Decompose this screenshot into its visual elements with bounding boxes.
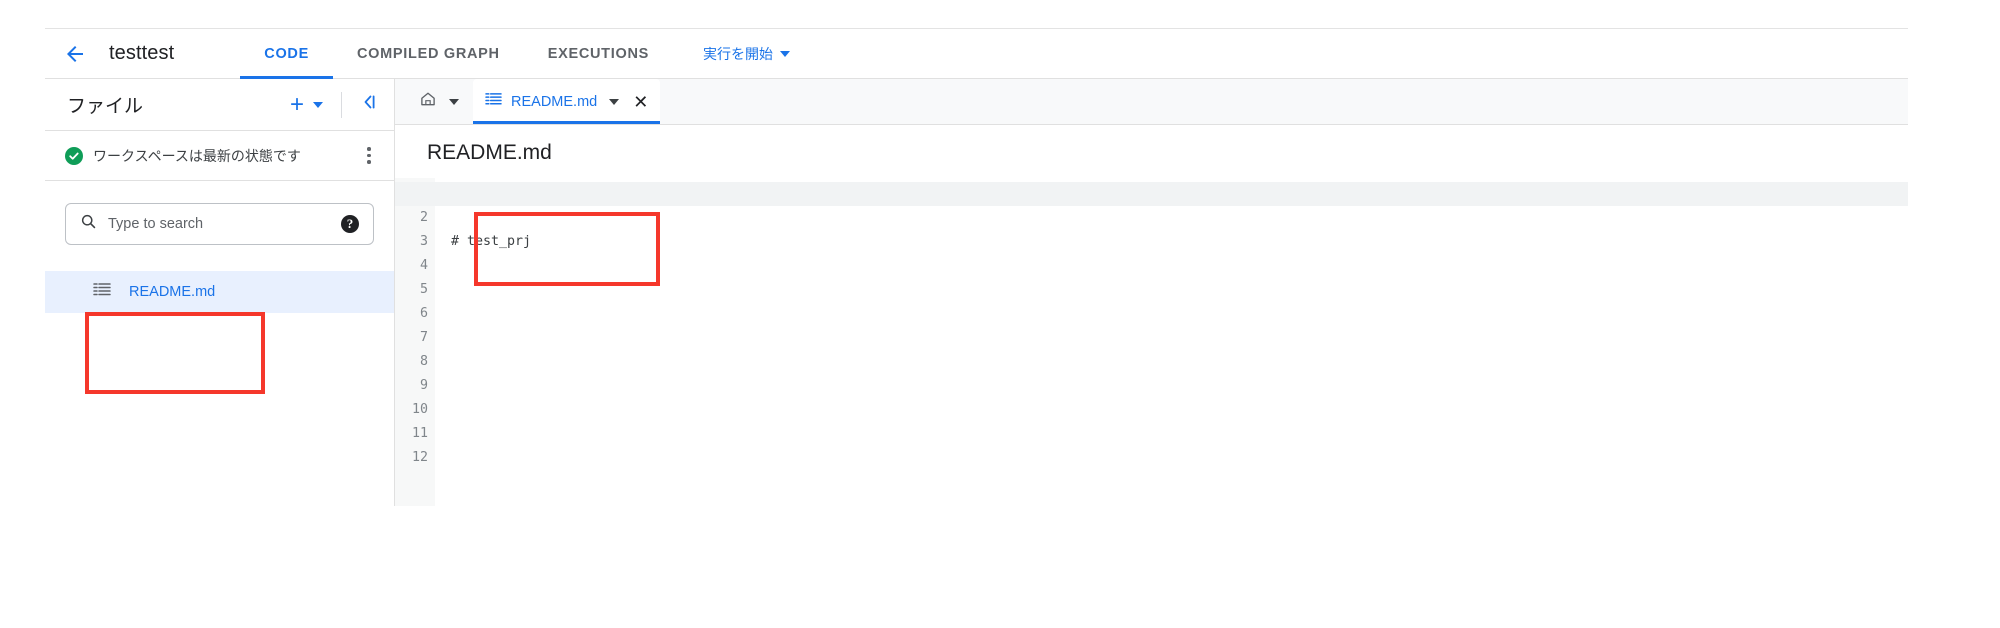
list-item[interactable]: README.md — [45, 271, 394, 313]
collapse-panel-button[interactable] — [354, 90, 384, 120]
markdown-file-icon — [485, 92, 502, 112]
tab-executions-label: EXECUTIONS — [547, 45, 649, 62]
plus-icon: + — [289, 90, 304, 118]
back-button[interactable] — [53, 32, 97, 76]
workspace-body: ファイル + ワークスペースは最新の状態です Type to search ? … — [45, 79, 1908, 506]
files-sidebar: ファイル + ワークスペースは最新の状態です Type to search ? … — [45, 79, 395, 506]
caret-down-icon — [779, 50, 790, 57]
line-number-gutter: 1 2 3 4 5 6 7 8 9 10 11 12 — [395, 178, 435, 506]
toolbar-divider — [341, 91, 342, 118]
code-content[interactable]: # test_prj ## Getting started To make it… — [435, 178, 1908, 506]
caret-down-icon[interactable] — [609, 98, 620, 105]
search-icon — [80, 213, 97, 235]
line-number: 5 — [419, 282, 428, 297]
line-number: 2 — [419, 210, 428, 225]
editor-tab-label: README.md — [511, 93, 598, 110]
line-number: 7 — [419, 330, 428, 345]
add-file-button[interactable]: + — [284, 90, 329, 118]
workspace-status-row: ワークスペースは最新の状態です — [45, 131, 394, 181]
caret-down-icon — [313, 101, 323, 108]
start-execution-label: 実行を開始 — [702, 45, 773, 62]
markdown-file-icon — [93, 282, 111, 303]
caret-down-icon — [449, 98, 459, 105]
workspace-status-text: ワークスペースは最新の状態です — [93, 147, 301, 164]
tab-executions[interactable]: EXECUTIONS — [524, 29, 673, 79]
page-title: testtest — [109, 42, 175, 64]
check-circle-icon — [65, 146, 83, 165]
search-container: ? — [45, 181, 394, 245]
file-name-label: README.md — [129, 284, 216, 300]
line-number: 9 — [419, 378, 428, 393]
line-number: 12 — [411, 450, 428, 465]
editor-tab-readme[interactable]: README.md ✕ — [473, 79, 661, 124]
tab-code-label: CODE — [264, 45, 309, 62]
main-tabs: CODE COMPILED GRAPH EXECUTIONS — [240, 29, 673, 79]
start-execution-button[interactable]: 実行を開始 — [695, 38, 798, 70]
home-tab-button[interactable] — [411, 79, 473, 124]
line-number: 3 — [419, 234, 428, 249]
arrow-left-icon — [63, 42, 87, 66]
sidebar-title: ファイル — [67, 96, 144, 117]
document-title: README.md — [427, 141, 552, 164]
file-list: README.md — [45, 271, 394, 313]
collapse-panel-icon — [359, 92, 379, 117]
code-line: # test_prj — [451, 234, 532, 249]
line-number: 11 — [411, 426, 428, 441]
editor-tabstrip: README.md ✕ — [395, 79, 1908, 125]
search-box[interactable]: ? — [65, 203, 374, 245]
code-editor[interactable]: 1 2 3 4 5 6 7 8 9 10 11 12 # test_prj — [395, 178, 1908, 506]
tab-compiled-graph-label: COMPILED GRAPH — [356, 45, 500, 62]
tab-code[interactable]: CODE — [240, 29, 333, 79]
sidebar-header: ファイル + — [45, 79, 394, 131]
line-number: 8 — [419, 354, 428, 369]
kebab-menu-icon[interactable] — [354, 141, 384, 171]
editor-pane: README.md ✕ README.md 1 2 3 4 5 6 7 8 9 — [395, 79, 1908, 506]
active-line-highlight — [395, 182, 1908, 206]
help-circle-icon[interactable]: ? — [341, 215, 359, 233]
app-header: testtest CODE COMPILED GRAPH EXECUTIONS … — [45, 29, 1908, 79]
tab-compiled-graph[interactable]: COMPILED GRAPH — [333, 29, 524, 79]
home-icon — [419, 90, 437, 113]
dataform-workspace-app: testtest CODE COMPILED GRAPH EXECUTIONS … — [45, 28, 1908, 506]
line-number: 4 — [419, 258, 428, 273]
line-number: 6 — [419, 306, 428, 321]
search-input[interactable] — [108, 216, 341, 232]
close-icon[interactable]: ✕ — [633, 93, 648, 111]
line-number: 10 — [411, 402, 428, 417]
